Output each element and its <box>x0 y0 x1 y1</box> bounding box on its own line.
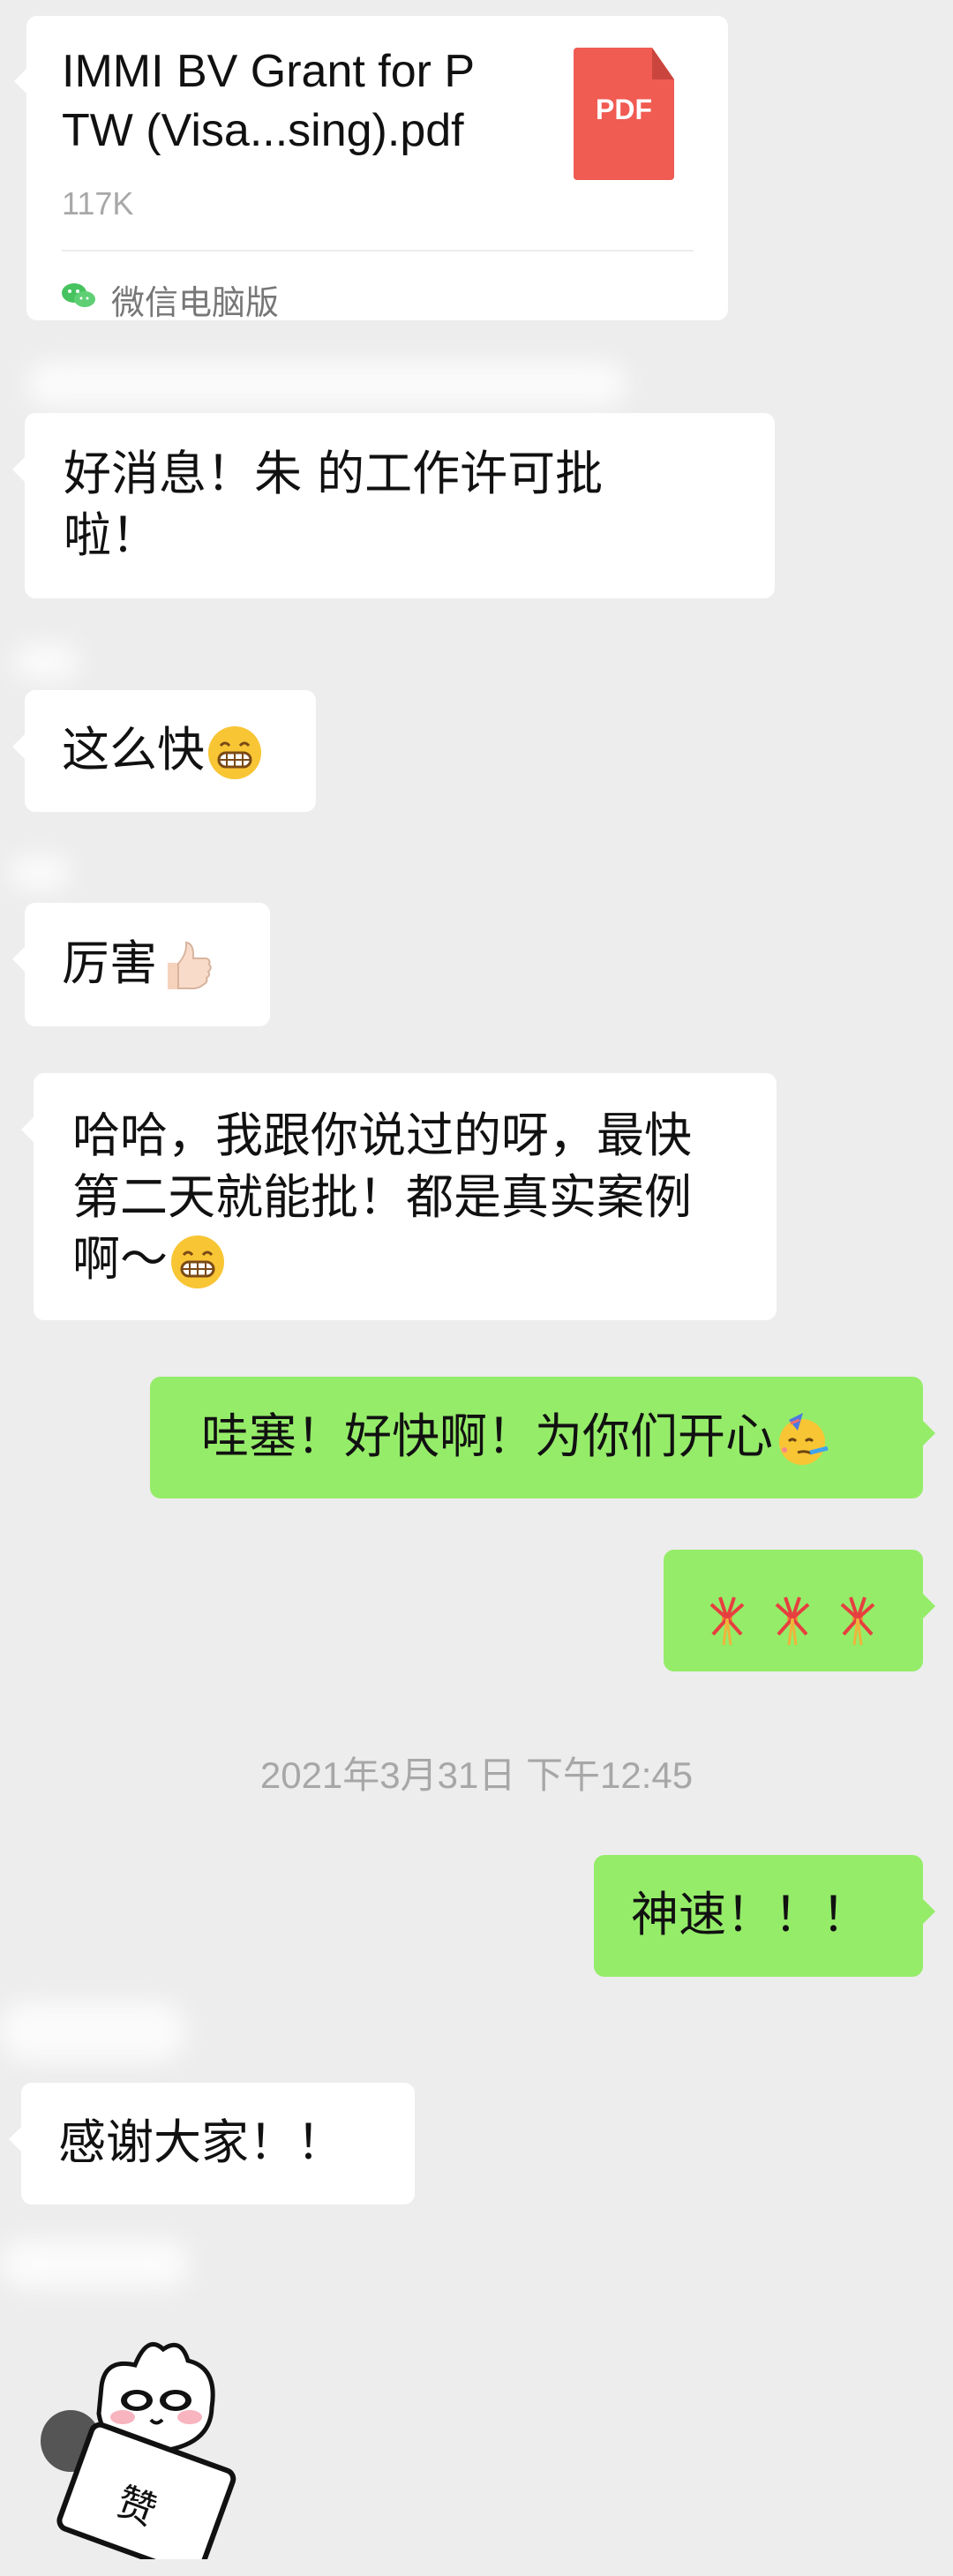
chat-area: IMMI BV Grant for P TW (Visa...sing).pdf… <box>0 0 953 2576</box>
message-bubble-outgoing[interactable]: 神速！！！ <box>594 1855 935 1977</box>
partying-face-emoji <box>779 1413 829 1466</box>
message-timestamp: 2021年3月31日 下午12:45 <box>259 1754 694 1796</box>
pdf-file-icon-fold <box>652 48 674 79</box>
file-divider <box>62 250 694 252</box>
file-name: IMMI BV Grant for P TW (Visa...sing).pdf <box>62 46 476 156</box>
fireworks-icon <box>775 1596 810 1646</box>
thumbs-up-emoji <box>168 942 212 990</box>
wechat-icon <box>62 283 95 307</box>
file-source: 微信电脑版 <box>111 283 280 322</box>
message-text: 哈哈，我跟你说过的呀，最快 第二天就能批！都是真实案例 啊～ <box>72 1108 692 1287</box>
blurred-sender-name <box>0 2001 185 2062</box>
message-bubble-incoming[interactable]: 哈哈，我跟你说过的呀，最快 第二天就能批！都是真实案例 啊～ <box>21 1073 777 1320</box>
message-bubble-outgoing[interactable]: 哇塞！好快啊！为你们开心 <box>150 1377 935 1498</box>
message-bubble-incoming[interactable]: 这么快 <box>12 690 316 812</box>
message-text: 这么快 <box>62 722 205 777</box>
fireworks-icon <box>709 1596 745 1646</box>
fireworks-emoji-row <box>709 1596 875 1646</box>
file-message-card[interactable]: IMMI BV Grant for P TW (Visa...sing).pdf… <box>14 16 728 322</box>
blurred-sender-name <box>9 856 71 890</box>
message-text: 厉害 <box>62 935 157 991</box>
message-bubble-incoming[interactable]: 好消息！朱 的工作许可批 啦！ <box>12 413 775 598</box>
file-size: 117K <box>62 185 134 222</box>
pdf-file-label: PDF <box>596 94 652 125</box>
message-text: 神速！！！ <box>631 1887 869 1942</box>
fireworks-icon <box>840 1596 875 1646</box>
message-bubble-incoming[interactable]: 厉害 <box>12 903 270 1026</box>
message-text: 感谢大家！！ <box>58 2114 344 2170</box>
message-text: 好消息！朱 的工作许可批 啦！ <box>64 446 604 563</box>
blurred-sender-name <box>0 2240 190 2288</box>
message-bubble-incoming[interactable]: 感谢大家！！ <box>9 2083 415 2204</box>
blurred-sender-name <box>26 362 627 406</box>
blurred-sender-name <box>13 644 79 680</box>
grinning-face-emoji <box>171 1235 224 1289</box>
grinning-face-emoji <box>208 726 261 780</box>
cat-sticker[interactable]: 赞 <box>31 2312 251 2559</box>
message-text: 哇塞！好快啊！为你们开心 <box>201 1408 773 1464</box>
